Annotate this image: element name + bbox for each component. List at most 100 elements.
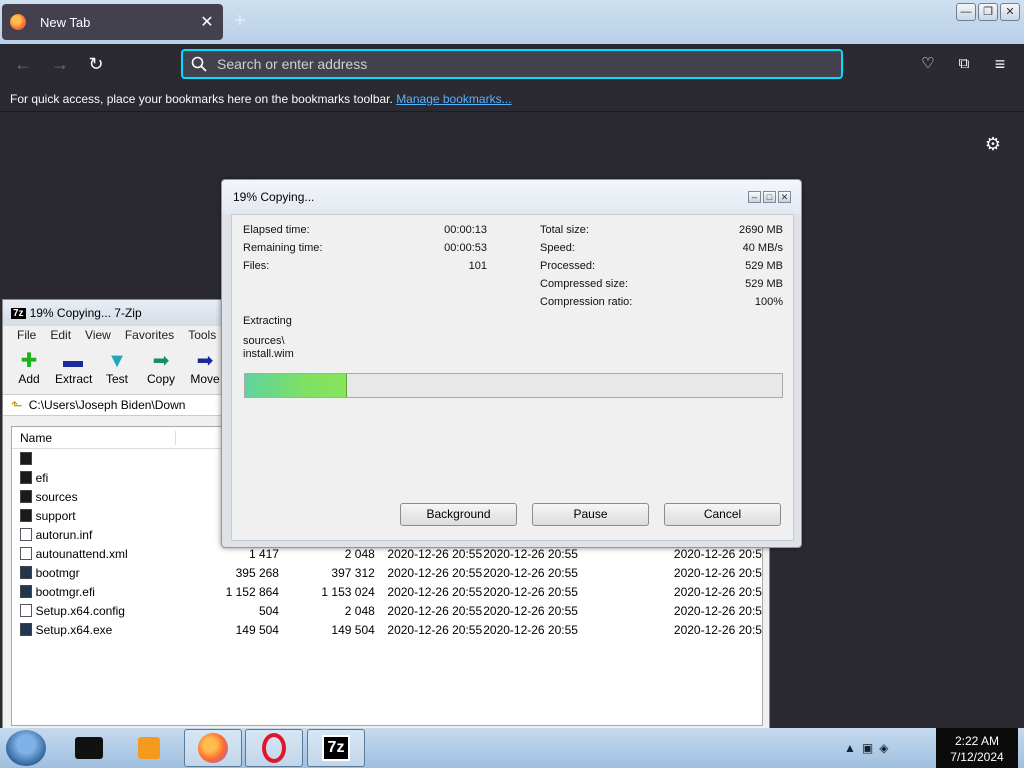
total-label: Total size: [540,224,589,236]
close-tab-icon[interactable]: ✕ [199,12,215,32]
back-icon[interactable]: ← [11,52,35,76]
bookmarks-toolbar: For quick access, place your bookmarks h… [0,84,1024,112]
file-created: 2020-12-26 20:55 [483,622,578,637]
doc-icon [20,528,32,541]
column-name[interactable]: Name [20,430,176,445]
minimize-icon[interactable]: — [956,3,976,21]
folder-icon [20,471,32,484]
file-row[interactable]: bootmgr 395 268 397 312 2020-12-26 20:55 202… [12,563,762,582]
volume-icon[interactable]: ◈ [879,741,888,755]
file-name: Setup.x64.exe [35,622,113,637]
current-path-line2: install.wim [243,348,294,360]
copy-icon: ➡ [152,350,170,372]
file-name: efi [35,470,49,485]
taskbar-media-player-icon[interactable] [120,729,178,767]
file-packed-size: 2 048 [344,546,375,561]
doc-icon [20,604,32,617]
extract-icon: ▬ [63,350,83,372]
forward-icon[interactable]: → [48,52,72,76]
folder-up-icon[interactable]: ⬑ [11,397,23,414]
sevenzip-logo-icon: 7z [11,307,26,319]
browser-navbar: ← → ↻ ♡ ⧉ ≡ [0,44,1024,84]
file-size: 1 417 [248,546,279,561]
menu-favorites[interactable]: Favorites [125,328,174,342]
file-name: autounattend.xml [35,546,128,561]
tray-expand-icon[interactable]: ▲ [844,741,856,755]
elapsed-row: Elapsed time: 00:00:13 [243,224,487,238]
dialog-maximize-icon[interactable]: □ [763,191,776,203]
ratio-label: Compression ratio: [540,296,633,308]
exe-icon [20,566,32,579]
extracting-label: Extracting [243,315,292,327]
clock[interactable]: 2:22 AM 7/12/2024 [936,728,1018,768]
menu-view[interactable]: View [85,328,111,342]
processed-row: Processed: 529 MB [540,260,783,274]
folder-icon [20,509,32,522]
file-name: bootmgr.efi [35,584,95,599]
test-button[interactable]: ▼ Test [99,344,135,394]
cancel-button[interactable]: Cancel [664,503,781,526]
dialog-minimize-icon[interactable]: – [748,191,761,203]
close-window-icon[interactable]: ✕ [1000,3,1020,21]
speed-value: 40 MB/s [742,242,783,254]
compressed-row: Compressed size: 529 MB [540,278,783,292]
file-name: bootmgr [35,565,80,580]
taskbar-firefox-icon[interactable] [184,729,242,767]
restore-icon[interactable]: ❐ [978,3,998,21]
clock-time: 2:22 AM [954,734,1000,748]
file-row[interactable]: Setup.x64.exe 149 504 149 504 2020-12-26 20… [12,620,762,639]
address-bar[interactable] [181,49,843,79]
menu-edit[interactable]: Edit [50,328,71,342]
file-created: 2020-12-26 20:55 [483,565,578,580]
reload-icon[interactable]: ↻ [84,52,108,76]
file-row[interactable]: bootmgr.efi 1 152 864 1 153 024 2020-12-26 … [12,582,762,601]
file-modified: 2020-12-26 20:55 [387,584,483,599]
path-text: C:\Users\Joseph Biden\Down [28,398,186,412]
window-controls: — ❐ ✕ [956,3,1020,21]
remaining-row: Remaining time: 00:00:53 [243,242,487,256]
dialog-window-controls: – □ ✕ [748,191,791,203]
dialog-title: 19% Copying... [233,190,315,204]
progress-bar-fill [245,374,348,397]
extensions-icon[interactable]: ⧉ [952,52,976,76]
dialog-titlebar[interactable]: 19% Copying... [222,180,801,214]
menu-tools[interactable]: Tools [188,328,216,342]
pocket-icon[interactable]: ♡ [916,52,940,76]
system-tray: ▲ ▣ ◈ [838,728,934,768]
tab-new-tab[interactable]: New Tab ✕ [2,4,223,40]
move-button[interactable]: ➡ Move [187,344,223,394]
taskbar-opera-icon[interactable] [245,729,303,767]
tab-title: New Tab [40,14,91,30]
processed-label: Processed: [540,260,596,272]
background-button[interactable]: Background [400,503,517,526]
current-path-line1: sources\ [243,335,285,347]
file-accessed: 2020-12-26 20:5 [673,584,762,599]
dialog-body: Elapsed time: 00:00:13 Remaining time: 0… [231,214,794,541]
menu-file[interactable]: File [17,328,36,342]
url-input[interactable] [217,56,817,72]
test-icon: ▼ [107,350,127,372]
file-accessed: 2020-12-26 20:5 [673,603,762,618]
bookmarks-hint: For quick access, place your bookmarks h… [10,92,397,106]
file-name: autorun.inf [35,527,93,542]
network-icon[interactable]: ▣ [862,741,873,755]
ratio-value: 100% [754,296,783,308]
menu-icon[interactable]: ≡ [988,52,1012,76]
add-button[interactable]: ✚ Add [11,344,47,394]
start-button[interactable] [6,730,46,766]
new-tab-button[interactable]: + [234,10,246,33]
clock-date: 7/12/2024 [950,750,1004,764]
taskbar-file-explorer-icon[interactable] [60,729,118,767]
pause-button[interactable]: Pause [532,503,649,526]
extract-button[interactable]: ▬ Extract [55,344,92,394]
settings-gear-icon[interactable]: ⚙ [983,134,1003,154]
taskbar-7zip-icon[interactable]: 7z [307,729,365,767]
file-row[interactable]: Setup.x64.config 504 2 048 2020-12-26 20:55… [12,601,762,620]
dialog-close-icon[interactable]: ✕ [778,191,791,203]
total-value: 2690 MB [738,224,783,236]
file-packed-size: 1 153 024 [321,584,375,599]
file-packed-size: 149 504 [331,622,375,637]
manage-bookmarks-link[interactable]: Manage bookmarks... [396,92,511,106]
copy-button[interactable]: ➡ Copy [143,344,179,394]
file-accessed: 2020-12-26 20:5 [673,565,762,580]
